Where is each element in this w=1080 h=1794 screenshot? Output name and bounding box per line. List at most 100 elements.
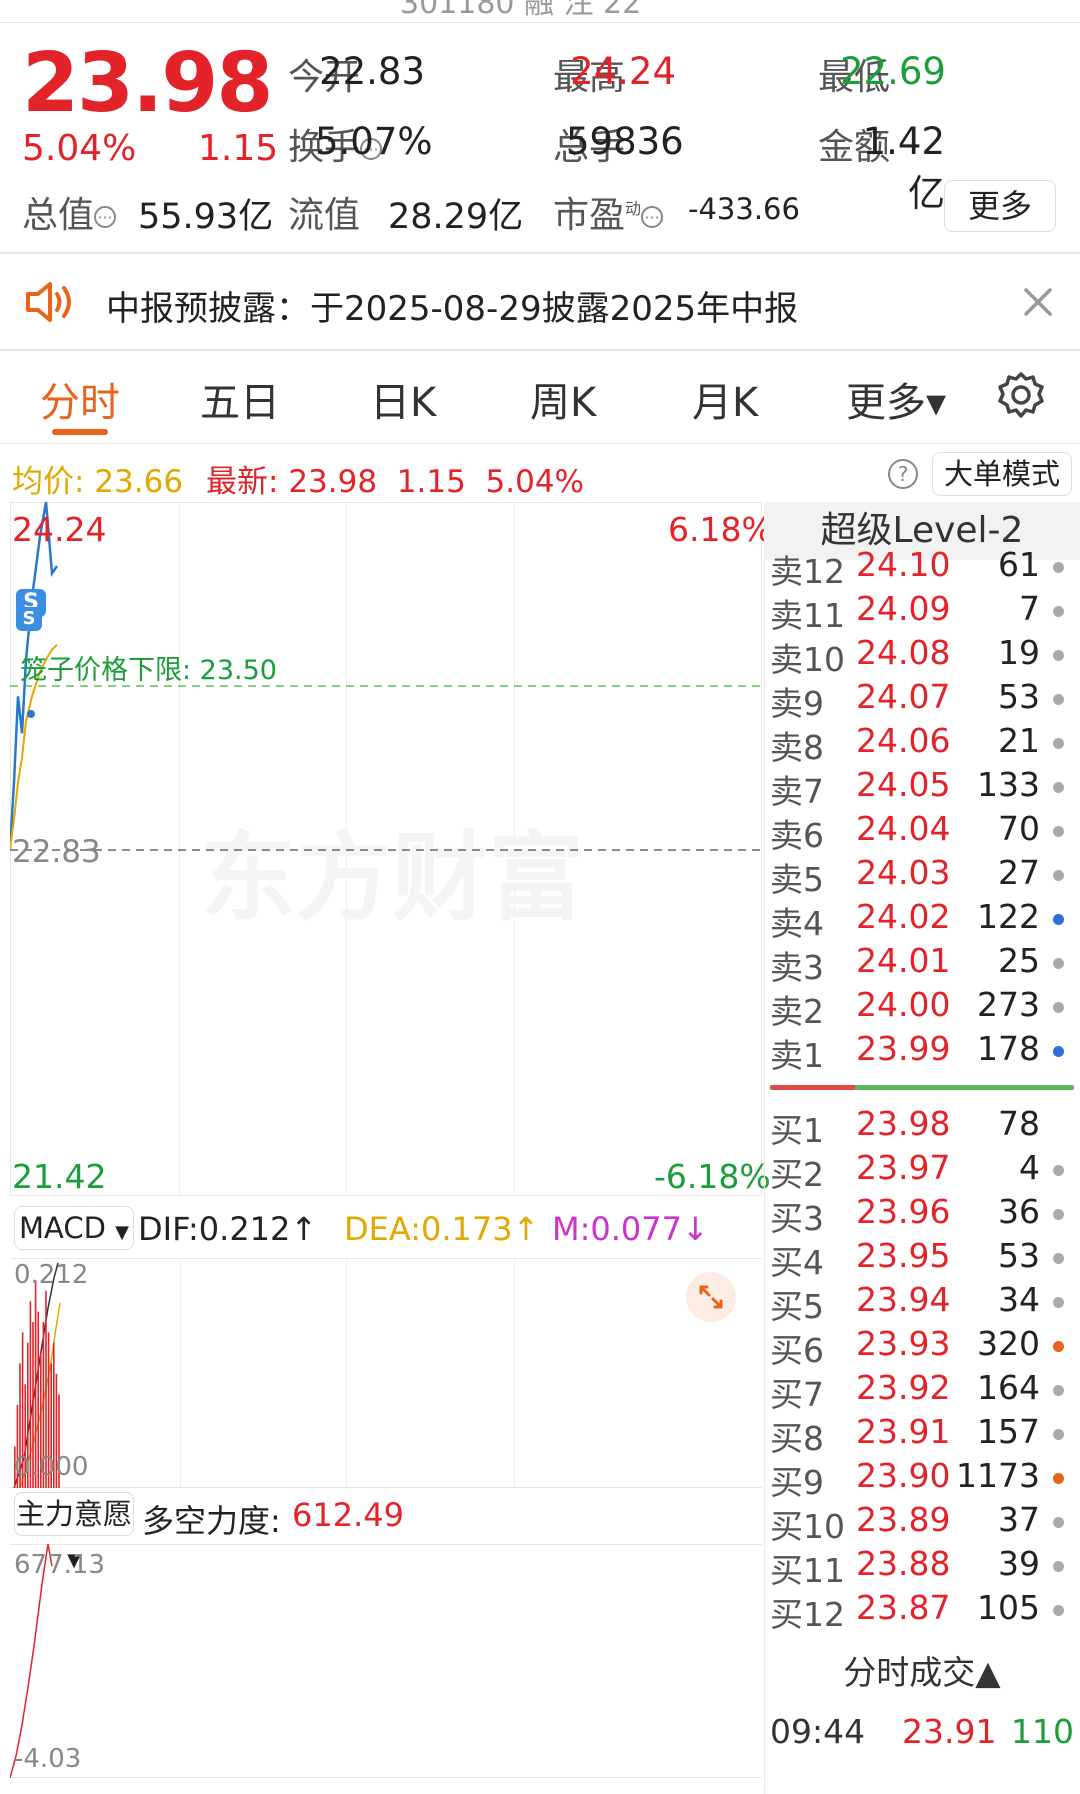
level-label: 卖2	[770, 992, 824, 1031]
level-volume: 19	[998, 633, 1040, 672]
level-label: 买5	[770, 1287, 824, 1326]
macd-selector[interactable]: MACD ▼	[14, 1206, 134, 1250]
bid-row[interactable]: 买5 23.94 34	[770, 1280, 1070, 1326]
bid-row[interactable]: 买12 23.87 105	[770, 1588, 1070, 1634]
ask-row[interactable]: 卖7 24.05 133	[770, 765, 1070, 811]
info-icon[interactable]: ···	[94, 206, 117, 228]
ask-row[interactable]: 卖12 24.10 61	[770, 545, 1070, 591]
level-volume: 53	[998, 1236, 1040, 1275]
trade-volume: 110	[1011, 1712, 1074, 1751]
bid-row[interactable]: 买9 23.90 1173	[770, 1456, 1070, 1502]
level-volume: 36	[998, 1192, 1040, 1231]
settings-gear-icon[interactable]	[996, 370, 1046, 420]
order-dot-icon	[1053, 1046, 1064, 1057]
ask-row[interactable]: 卖4 24.02 122	[770, 897, 1070, 943]
level-price: 24.02	[856, 897, 951, 936]
y-max-label: 24.24	[12, 510, 107, 549]
close-icon[interactable]	[1020, 284, 1060, 324]
bid-row[interactable]: 买4 23.95 53	[770, 1236, 1070, 1282]
level-price: 23.91	[856, 1412, 951, 1451]
ask-row[interactable]: 卖1 23.99 178	[770, 1029, 1070, 1075]
change-amount: 1.15	[198, 128, 279, 169]
tab-2[interactable]: 日K	[370, 370, 436, 428]
sell-marker-icon[interactable]: S	[16, 607, 42, 631]
ask-row[interactable]: 卖10 24.08 19	[770, 633, 1070, 679]
float-value-label: 流值	[288, 195, 361, 236]
main-force-selector[interactable]: 主力意愿 ▼	[14, 1492, 134, 1571]
level-price: 24.03	[856, 853, 951, 892]
ask-row[interactable]: 卖3 24.01 25	[770, 941, 1070, 987]
latest-point	[27, 710, 35, 718]
ask-row[interactable]: 卖5 24.03 27	[770, 853, 1070, 899]
tab-3[interactable]: 周K	[530, 370, 596, 428]
expand-icon[interactable]	[686, 1272, 736, 1322]
bid-row[interactable]: 买11 23.88 39	[770, 1544, 1070, 1590]
level-price: 23.94	[856, 1280, 951, 1319]
bid-row[interactable]: 买8 23.91 157	[770, 1412, 1070, 1458]
level-volume: 273	[977, 985, 1040, 1024]
level-volume: 105	[977, 1588, 1040, 1627]
tab-4[interactable]: 月K	[692, 370, 758, 428]
ask-row[interactable]: 卖9 24.07 53	[770, 677, 1070, 723]
level-volume: 53	[998, 677, 1040, 716]
big-order-mode-button[interactable]: 大单模式	[932, 452, 1072, 496]
info-icon[interactable]: ···	[641, 206, 664, 228]
level-price: 23.98	[856, 1104, 951, 1143]
macd-top-label: 0.212	[14, 1260, 89, 1290]
more-button[interactable]: 更多	[944, 180, 1056, 232]
trade-time: 09:44	[770, 1712, 866, 1751]
stat-value: 1.42亿	[862, 120, 945, 215]
order-dot-icon	[1053, 562, 1064, 573]
change-percent: 5.04%	[22, 128, 137, 169]
level-volume: 157	[977, 1412, 1040, 1451]
ask-row[interactable]: 卖6 24.04 70	[770, 809, 1070, 855]
order-dot-icon	[1053, 1429, 1064, 1440]
pct-min-label: -6.18%	[654, 1157, 771, 1196]
order-dot-icon	[1053, 1341, 1064, 1352]
macd-m: M:0.077↓	[552, 1210, 709, 1248]
order-dot-icon	[1053, 1517, 1064, 1528]
trade-list-header[interactable]: 分时成交▲	[764, 1646, 1080, 1694]
bid-row[interactable]: 买3 23.96 36	[770, 1192, 1070, 1238]
level-volume: 21	[998, 721, 1040, 760]
level-price: 24.05	[856, 765, 951, 804]
tab-5[interactable]: 更多▾	[846, 370, 946, 428]
total-value: 55.93亿	[138, 197, 274, 237]
avg-price-legend: 均价: 23.66	[12, 464, 184, 500]
level-volume: 7	[1019, 589, 1040, 628]
level-volume: 27	[998, 853, 1040, 892]
stat-value: 24.24	[570, 50, 676, 93]
level-volume: 320	[977, 1324, 1040, 1363]
level-volume: 78	[998, 1104, 1040, 1143]
level-label: 买9	[770, 1463, 824, 1502]
notice-text[interactable]: 中报预披露：于2025-08-29披露2025年中报	[106, 281, 798, 330]
prev-close-label: 22.83	[12, 834, 101, 870]
level-price: 23.99	[856, 1029, 951, 1068]
level-label: 买4	[770, 1243, 824, 1282]
strength-label: 多空力度:	[142, 1502, 281, 1540]
stat-value: 22.69	[840, 50, 946, 93]
level-volume: 25	[998, 941, 1040, 980]
tab-0[interactable]: 分时	[40, 370, 120, 428]
bid-row[interactable]: 买1 23.98 78	[770, 1104, 1070, 1150]
ask-row[interactable]: 卖11 24.09 7	[770, 589, 1070, 635]
bid-row[interactable]: 买6 23.93 320	[770, 1324, 1070, 1370]
bid-row[interactable]: 买10 23.89 37	[770, 1500, 1070, 1546]
tab-1[interactable]: 五日	[200, 370, 280, 428]
bid-row[interactable]: 买2 23.97 4	[770, 1148, 1070, 1194]
stock-code-partial: 301180 融 注 22	[400, 0, 642, 21]
main-force-line-chart	[10, 1544, 53, 1778]
ask-row[interactable]: 卖8 24.06 21	[770, 721, 1070, 767]
order-dot-icon	[1053, 1561, 1064, 1572]
level-label: 卖6	[770, 816, 824, 855]
order-dot-icon	[1053, 694, 1064, 705]
level-label: 买11	[770, 1551, 845, 1590]
strength-value: 612.49	[292, 1496, 404, 1534]
stat-value: 22.83	[319, 50, 425, 93]
help-icon[interactable]: ?	[888, 459, 918, 489]
level-price: 24.06	[856, 721, 951, 760]
bid-row[interactable]: 买7 23.92 164	[770, 1368, 1070, 1414]
pe-label: 市盈动 ···	[553, 186, 664, 238]
ask-row[interactable]: 卖2 24.00 273	[770, 985, 1070, 1031]
level-label: 卖4	[770, 904, 824, 943]
